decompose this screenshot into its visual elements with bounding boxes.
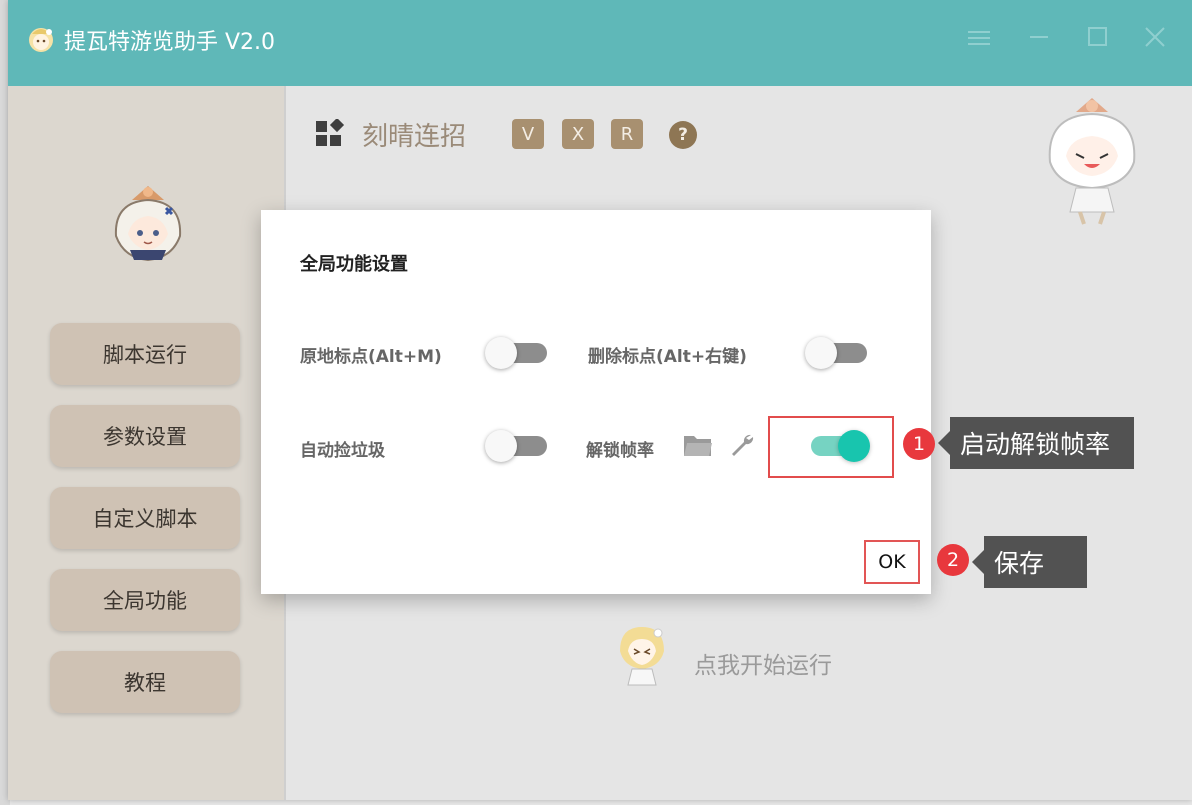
toggle-delete-marks[interactable] [805,336,869,370]
paimon-mascot [1048,98,1136,225]
script-title: 刻晴连招 [362,122,467,152]
option-label-mark-in-place: 原地标点(Alt+M) [300,347,442,367]
window-title: 提瓦特游览助手 V2.0 [64,30,276,55]
wrench-icon[interactable] [729,432,755,458]
toggle-mark-in-place[interactable] [485,336,549,370]
sidebar-item-custom-script[interactable]: 自定义脚本 [50,487,240,549]
lumine-icon[interactable] [614,621,670,689]
callout-save: 保存 [972,536,1087,588]
ok-button[interactable]: OK [864,540,920,584]
sidebar-item-parameter-settings[interactable]: 参数设置 [50,405,240,467]
tag-r[interactable]: R [611,119,643,149]
sidebar-item-tutorial[interactable]: 教程 [50,651,240,713]
dialog-title: 全局功能设置 [300,254,408,275]
option-label-delete-marks: 删除标点(Alt+右键) [588,347,747,367]
sidebar-item-script-run[interactable]: 脚本运行 [50,323,240,385]
maximize-icon[interactable] [1080,22,1114,54]
option-label-unlock-fps: 解锁帧率 [586,441,654,461]
global-settings-dialog: 全局功能设置 原地标点(Alt+M) 删除标点(Alt+右键) 自动捡垃圾 解锁… [261,210,931,594]
sidebar: 脚本运行 参数设置 自定义脚本 全局功能 教程 [8,86,284,800]
app-logo-icon [29,28,53,52]
option-label-auto-pickup: 自动捡垃圾 [300,441,385,461]
close-icon[interactable] [1138,22,1172,54]
toggle-auto-pickup[interactable] [485,429,549,463]
help-icon[interactable]: ? [669,121,697,149]
step-badge-2: 2 [937,544,969,576]
step-badge-1: 1 [903,428,935,460]
highlight-box-unlock-fps [768,416,894,478]
paimon-avatar [114,186,182,262]
screen: 提瓦特游览助手 V2.0 脚本运行 参数设置 自定义脚本 全局功能 教程 刻晴连… [0,0,1192,805]
tag-v[interactable]: V [512,119,544,149]
callout-enable-unlock-fps: 启动解锁帧率 [938,417,1134,469]
folder-icon[interactable] [683,432,713,458]
sidebar-item-global-functions[interactable]: 全局功能 [50,569,240,631]
run-label[interactable]: 点我开始运行 [694,646,832,680]
tag-x[interactable]: X [562,119,594,149]
title-bar[interactable]: 提瓦特游览助手 V2.0 [8,0,1192,86]
minimize-icon[interactable] [1022,22,1056,54]
widgets-icon [316,119,345,146]
menu-icon[interactable] [962,22,996,54]
